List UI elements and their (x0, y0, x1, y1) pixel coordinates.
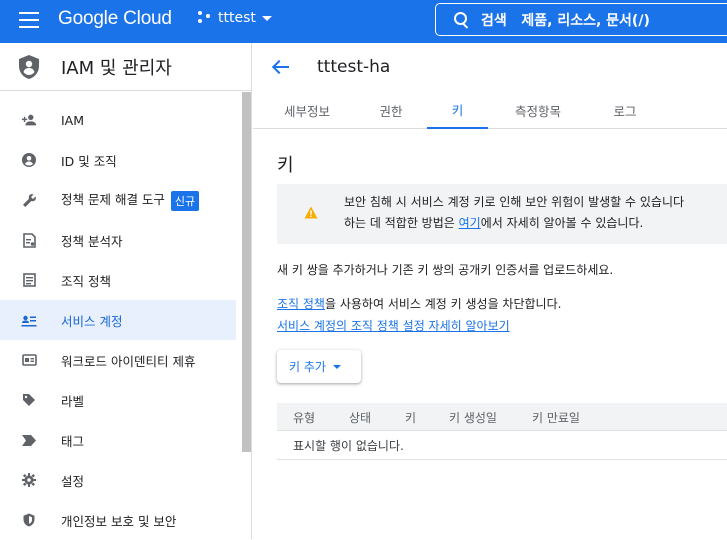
sidebar: IAM 및 관리자 IAM ID 및 조직 정책 문제 해결 도구 신규 정책 분… (0, 43, 252, 539)
caret-down-icon (332, 364, 341, 369)
shield-icon (21, 512, 37, 528)
project-selector[interactable]: tttest (198, 10, 272, 26)
page-title: tttest-ha (317, 57, 391, 77)
security-warning-banner: 보안 침해 시 서비스 계정 키로 인해 보안 위험이 발생할 수 있습니다 하… (277, 184, 727, 244)
section-title: 키 (277, 155, 294, 176)
search-input[interactable]: 검색 제품, 리소스, 문서(/) (435, 3, 727, 36)
tab-keys[interactable]: 키 (427, 91, 488, 129)
table-header: 유형 상태 키 키 생성일 키 만료일 (277, 403, 727, 431)
empty-table-message: 표시할 행이 없습니다. (293, 439, 404, 453)
account-circle-icon (21, 152, 37, 168)
column-header-key[interactable]: 키 (405, 409, 416, 426)
sidebar-item-workload-identity[interactable]: 워크로드 아이덴티티 제휴 (0, 340, 236, 380)
google-cloud-logo[interactable]: Google Cloud (58, 8, 172, 30)
label-icon (21, 392, 37, 408)
gear-icon (21, 472, 37, 488)
sidebar-item-label: 정책 분석자 (61, 233, 123, 249)
project-name: tttest (218, 10, 256, 26)
sidebar-scrollbar[interactable] (242, 92, 251, 452)
tab-bar: 세부정보 권한 키 측정항목 로그 (253, 91, 727, 129)
sidebar-item-settings[interactable]: 설정 (0, 460, 236, 500)
sidebar-item-policy-troubleshooter[interactable]: 정책 문제 해결 도구 신규 (0, 180, 236, 220)
add-key-button[interactable]: 키 추가 (277, 350, 361, 383)
back-arrow-icon[interactable] (272, 58, 290, 76)
sidebar-title: IAM 및 관리자 (61, 57, 172, 79)
new-badge: 신규 (170, 190, 200, 211)
menu-icon[interactable] (19, 12, 39, 28)
warning-icon (304, 204, 318, 219)
add-key-description: 새 키 쌍을 추가하거나 기존 키 쌍의 공개키 인증서를 업로드하세요. (277, 263, 614, 277)
chevron-down-icon (261, 15, 272, 21)
sidebar-item-label: 라벨 (61, 393, 85, 409)
service-account-icon (21, 312, 37, 328)
table-row: 표시할 행이 없습니다. (277, 431, 727, 460)
tag-icon (21, 432, 37, 448)
sidebar-item-policy-analyzer[interactable]: 정책 분석자 (0, 220, 236, 260)
column-header-created[interactable]: 키 생성일 (449, 409, 497, 426)
document-list-icon (21, 272, 37, 288)
org-policy-link[interactable]: 조직 정책 (277, 297, 325, 311)
search-placeholder: 검색 제품, 리소스, 문서(/) (481, 12, 650, 29)
top-app-bar: Google Cloud tttest 검색 제품, 리소스, 문서(/) (0, 0, 727, 43)
sidebar-item-label: 개인정보 보호 및 보안 (61, 513, 177, 529)
wrench-icon (21, 192, 37, 208)
sidebar-item-label: ID 및 조직 (61, 153, 117, 169)
search-icon (454, 11, 470, 28)
policy-analyzer-icon (21, 232, 37, 248)
iam-shield-icon (17, 54, 41, 80)
column-header-type[interactable]: 유형 (293, 409, 315, 426)
id-card-icon (21, 352, 37, 368)
tab-details[interactable]: 세부정보 (277, 91, 337, 129)
sidebar-item-label: 정책 문제 해결 도구 신규 (61, 189, 200, 211)
sidebar-item-label: 조직 정책 (61, 273, 111, 289)
sidebar-item-label: 워크로드 아이덴티티 제휴 (61, 353, 196, 369)
tab-permissions[interactable]: 권한 (367, 91, 415, 129)
learn-more-org-policy-link[interactable]: 서비스 계정의 조직 정책 설정 자세히 알아보기 (277, 317, 510, 334)
sidebar-item-labels[interactable]: 라벨 (0, 380, 236, 420)
column-header-expires[interactable]: 키 만료일 (532, 409, 580, 426)
sidebar-header: IAM 및 관리자 (0, 43, 251, 91)
warning-text: 보안 침해 시 서비스 계정 키로 인해 보안 위험이 발생할 수 있습니다 하… (344, 195, 685, 230)
sidebar-item-label: 설정 (61, 473, 85, 489)
learn-more-here-link[interactable]: 여기 (459, 216, 481, 230)
sidebar-item-org-policies[interactable]: 조직 정책 (0, 260, 236, 300)
tab-metrics[interactable]: 측정항목 (508, 91, 568, 129)
sidebar-item-label: 태그 (61, 433, 85, 449)
sidebar-item-service-accounts[interactable]: 서비스 계정 (0, 300, 236, 340)
tab-logs[interactable]: 로그 (605, 91, 645, 129)
sidebar-item-iam[interactable]: IAM (0, 100, 236, 140)
org-policy-description: 조직 정책을 사용하여 서비스 계정 키 생성을 차단합니다. (277, 297, 562, 311)
project-dots-icon (198, 11, 212, 25)
sidebar-item-identity-org[interactable]: ID 및 조직 (0, 140, 236, 180)
keys-table: 유형 상태 키 키 생성일 키 만료일 표시할 행이 없습니다. (277, 403, 727, 460)
sidebar-item-privacy-security[interactable]: 개인정보 보호 및 보안 (0, 500, 236, 540)
add-key-label: 키 추가 (289, 360, 326, 374)
column-header-status[interactable]: 상태 (349, 409, 371, 426)
sidebar-item-label: 서비스 계정 (61, 313, 123, 329)
sidebar-item-label: IAM (61, 112, 85, 128)
person-add-icon (21, 112, 37, 128)
sidebar-item-tags[interactable]: 태그 (0, 420, 236, 460)
main-content: tttest-ha 세부정보 권한 키 측정항목 로그 키 보안 침해 시 서비… (253, 43, 727, 539)
